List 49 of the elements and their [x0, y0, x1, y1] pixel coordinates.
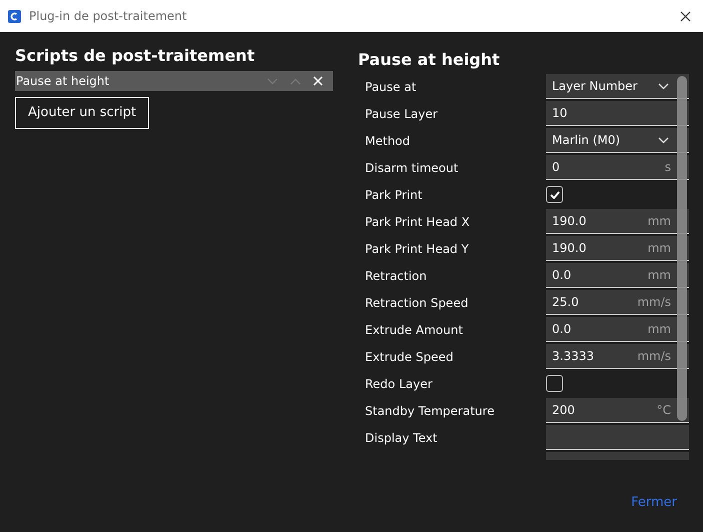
panel-heading: Scripts de post-traitement: [15, 45, 256, 67]
input-field[interactable]: 0 s: [546, 155, 689, 180]
app-icon: [8, 10, 21, 22]
checkbox[interactable]: [546, 186, 563, 203]
checkmark-icon: [550, 190, 560, 198]
input-field[interactable]: [546, 452, 689, 460]
unit-label: mm: [648, 321, 672, 338]
dropdown[interactable]: Layer Number: [546, 74, 689, 99]
input-field[interactable]: 3.3333 mm/s: [546, 344, 689, 369]
input-field[interactable]: 25.0 mm/s: [546, 290, 689, 315]
add-script-button[interactable]: Ajouter un script: [15, 97, 150, 128]
setting-label: Park Print Head X: [364, 214, 471, 230]
input-field[interactable]: 190.0 mm: [546, 236, 689, 261]
setting-label: Redo Layer: [364, 376, 434, 392]
close-icon: [680, 10, 691, 22]
setting-label: Park Print: [364, 186, 424, 204]
checkbox[interactable]: [546, 375, 563, 392]
chevron-down-icon: [658, 82, 669, 90]
input-field[interactable]: 0.0 mm: [546, 263, 689, 288]
scrollbar[interactable]: [677, 76, 687, 421]
setting-label: Method: [364, 132, 412, 150]
input-field[interactable]: [546, 425, 689, 450]
setting-label: Retraction: [364, 268, 428, 284]
window-title: Plug-in de post-traitement: [29, 8, 187, 25]
dropdown[interactable]: Marlin (M0): [546, 128, 689, 153]
close-link-button[interactable]: Fermer: [631, 492, 677, 512]
setting-label: Pause at: [364, 78, 418, 96]
setting-label: Extrude Amount: [364, 322, 464, 338]
chevron-down-icon: [658, 136, 669, 144]
input-field[interactable]: 190.0 mm: [546, 209, 689, 234]
unit-label: s: [664, 159, 672, 176]
input-field[interactable]: 10: [546, 101, 689, 126]
unit-label: mm/s: [637, 294, 672, 311]
setting-label: Pause Layer: [364, 106, 439, 122]
input-field[interactable]: 0.0 mm: [546, 317, 689, 342]
setting-label: Disarm timeout: [364, 160, 460, 176]
unit-label: mm: [648, 213, 672, 230]
unit-label: mm/s: [637, 348, 672, 365]
unit-label: mm: [648, 267, 672, 284]
setting-label: Park Print Head Y: [364, 240, 470, 258]
setting-label: Display Text: [364, 430, 438, 446]
setting-label: Retraction Speed: [364, 294, 470, 312]
setting-label: Standby Temperature: [364, 402, 496, 420]
input-field[interactable]: 200 °C: [546, 398, 689, 423]
settings-heading: Pause at height: [358, 50, 501, 70]
script-list-item[interactable]: Pause at height: [15, 71, 333, 91]
unit-label: mm: [648, 240, 672, 257]
setting-label: Extrude Speed: [364, 348, 454, 366]
unit-label: °C: [656, 402, 672, 419]
